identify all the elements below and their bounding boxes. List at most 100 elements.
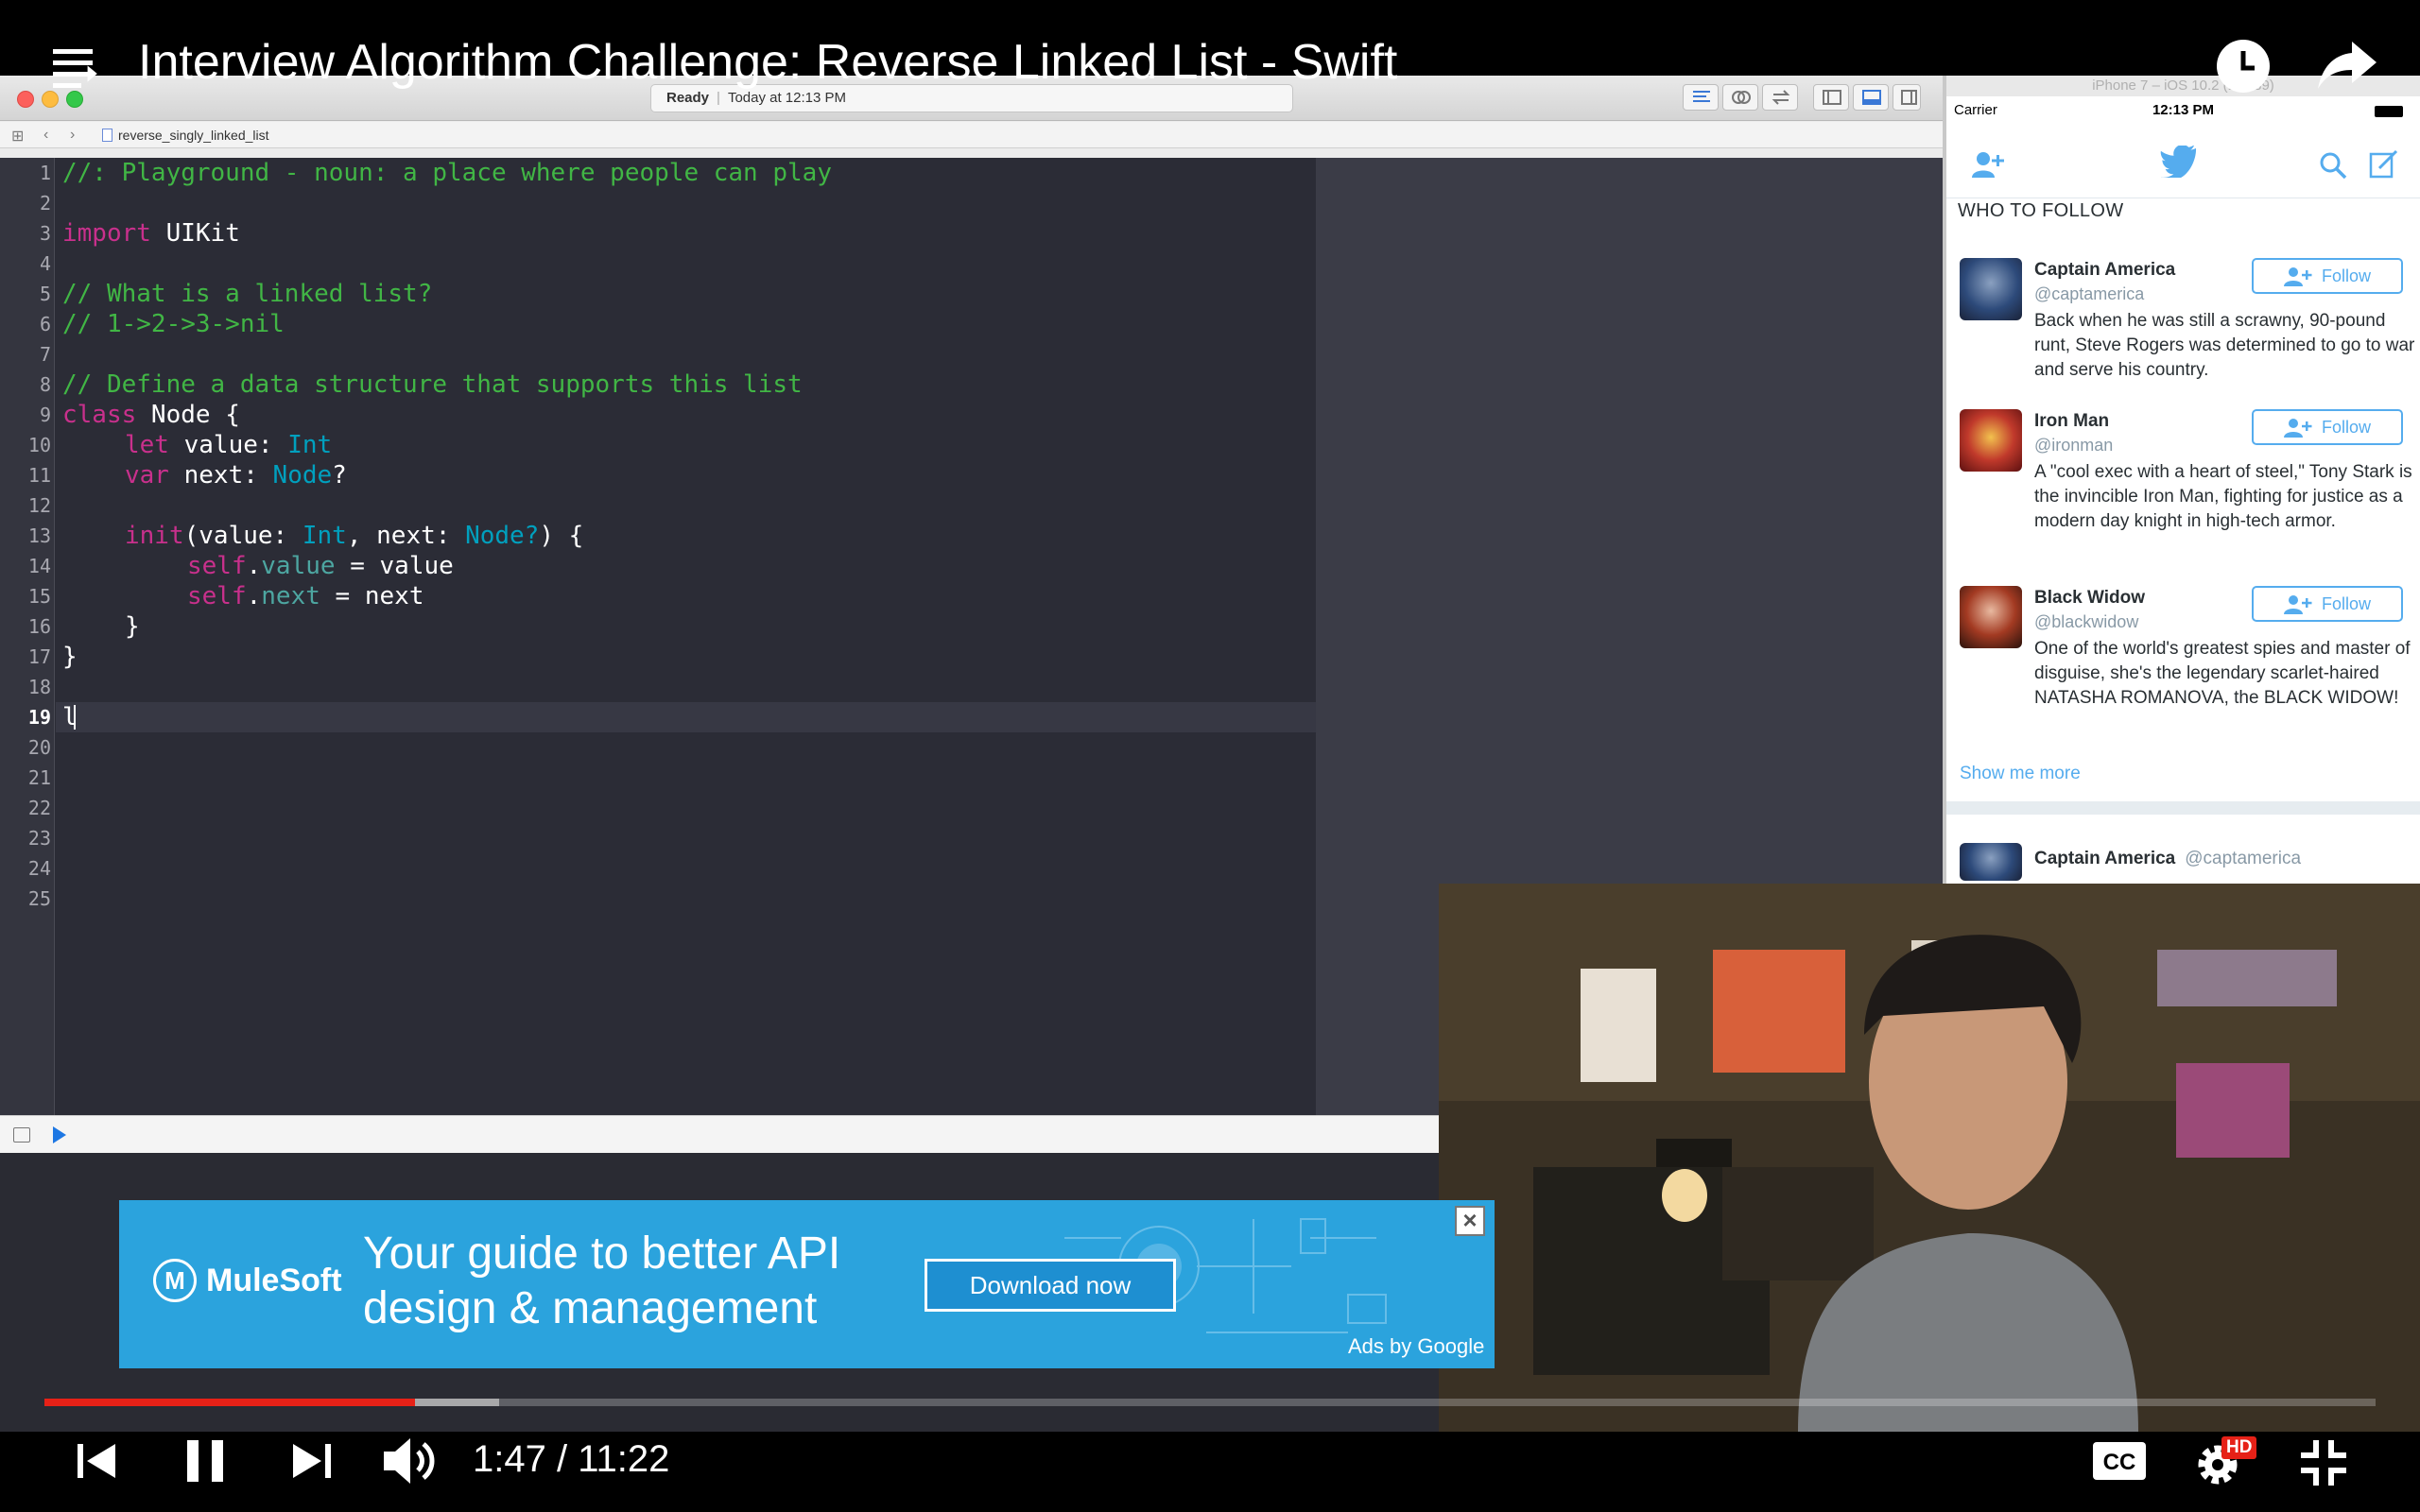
seek-bar[interactable] bbox=[44, 1399, 2376, 1406]
ios-simulator: iPhone 7 – iOS 10.2 (14C89) Carrier 12:1… bbox=[1943, 76, 2420, 884]
user-handle: @captamerica bbox=[2034, 284, 2145, 303]
line-number: 11 bbox=[27, 464, 51, 487]
video-title[interactable]: Interview Algorithm Challenge: Reverse L… bbox=[138, 34, 1397, 91]
ad-attribution[interactable]: Ads by Google bbox=[1348, 1334, 1484, 1359]
playlist-menu-icon[interactable] bbox=[53, 47, 110, 89]
user-name[interactable]: Captain America bbox=[2034, 260, 2175, 281]
tweet-author: Captain America @captamerica bbox=[2034, 849, 2302, 868]
code-line-9: class Node { bbox=[62, 401, 240, 429]
line-number: 15 bbox=[27, 585, 51, 608]
ad-close-button[interactable]: × bbox=[1455, 1206, 1485, 1236]
hide-debug-area-icon[interactable] bbox=[13, 1127, 30, 1143]
line-number: 22 bbox=[27, 797, 51, 819]
version-editor-icon bbox=[1762, 84, 1798, 111]
volume-icon[interactable] bbox=[382, 1435, 442, 1487]
user-name[interactable]: Iron Man bbox=[2034, 411, 2109, 432]
window-maximize-button bbox=[66, 91, 83, 108]
line-number: 9 bbox=[39, 404, 51, 426]
video-frame[interactable]: Ready | Today at 12:13 PM ⊞ ‹ › reverse_… bbox=[0, 0, 2420, 1512]
code-line-13: init(value: Int, next: Node?) { bbox=[125, 522, 584, 550]
tweet[interactable]: Captain America @captamerica bbox=[1946, 832, 2420, 884]
previous-video-icon[interactable] bbox=[76, 1440, 117, 1482]
user-handle: @blackwidow bbox=[2034, 612, 2139, 631]
add-user-icon bbox=[2283, 419, 2312, 438]
avatar[interactable] bbox=[1960, 586, 2022, 648]
line-number: 8 bbox=[39, 373, 51, 396]
line-number: 21 bbox=[27, 766, 51, 789]
current-line-highlight bbox=[56, 702, 1316, 732]
hd-badge: HD bbox=[2221, 1436, 2257, 1459]
line-number: 19 bbox=[27, 706, 51, 729]
line-number: 4 bbox=[39, 252, 51, 275]
exit-fullscreen-icon[interactable] bbox=[2299, 1438, 2348, 1487]
code-line-6: // 1->2->3->nil bbox=[62, 310, 285, 338]
user-name[interactable]: Black Widow bbox=[2034, 588, 2145, 609]
status-time: Today at 12:13 PM bbox=[727, 90, 847, 106]
status-time: 12:13 PM bbox=[2152, 102, 2215, 118]
jump-bar: ⊞ ‹ › reverse_singly_linked_list bbox=[0, 122, 1943, 148]
line-number: 13 bbox=[27, 524, 51, 547]
code-line-1: //: Playground - noun: a place where peo… bbox=[62, 159, 832, 187]
status-ready: Ready bbox=[666, 90, 710, 106]
code-line-14: self.value = value bbox=[187, 552, 454, 580]
debug-bar bbox=[0, 1115, 1442, 1153]
jump-bar-file: reverse_singly_linked_list bbox=[102, 128, 269, 143]
presenter-video-frame bbox=[1439, 884, 2420, 1432]
share-icon[interactable] bbox=[2318, 38, 2378, 91]
code-line-16: } bbox=[125, 612, 140, 641]
line-number: 16 bbox=[27, 615, 51, 638]
line-number: 25 bbox=[27, 887, 51, 910]
code-line-8: // Define a data structure that supports… bbox=[62, 370, 803, 399]
user-bio: Back when he was still a scrawny, 90-pou… bbox=[2034, 311, 2415, 380]
code-line-10: let value: Int bbox=[125, 431, 333, 459]
twitter-bird-icon bbox=[2160, 146, 2197, 178]
standard-editor-icon bbox=[1683, 84, 1719, 111]
status-separator: | bbox=[717, 90, 720, 106]
add-user-icon[interactable] bbox=[1971, 149, 2005, 180]
user-bio: One of the world's greatest spies and ma… bbox=[2034, 639, 2411, 708]
debug-area-toggle-icon bbox=[1853, 84, 1889, 111]
file-name: reverse_singly_linked_list bbox=[118, 128, 269, 143]
player-controls bbox=[0, 1432, 2420, 1512]
ad-download-button[interactable]: Download now bbox=[925, 1259, 1176, 1312]
who-to-follow-header: WHO TO FOLLOW bbox=[1958, 200, 2124, 221]
line-number: 5 bbox=[39, 283, 51, 305]
next-video-icon[interactable] bbox=[291, 1440, 333, 1482]
playground-file-icon bbox=[102, 129, 112, 142]
compose-tweet-icon[interactable] bbox=[2368, 149, 2398, 180]
line-number: 3 bbox=[39, 222, 51, 245]
line-number: 24 bbox=[27, 857, 51, 880]
avatar[interactable] bbox=[1960, 409, 2022, 472]
pause-icon[interactable] bbox=[185, 1438, 227, 1484]
battery-icon bbox=[2375, 106, 2403, 117]
captions-icon[interactable]: CC bbox=[2093, 1442, 2146, 1480]
twitter-nav-bar bbox=[1946, 132, 2420, 198]
line-number: 12 bbox=[27, 494, 51, 517]
presenter-webcam bbox=[1439, 884, 2420, 1432]
follow-button[interactable]: Follow bbox=[2252, 409, 2403, 445]
text-cursor bbox=[74, 705, 76, 730]
seek-bar-played bbox=[44, 1399, 416, 1406]
line-number-gutter: 1 2 3 4 5 6 7 8 9 10 11 12 13 14 15 16 17 18 19 20 21 22 23 24 2… bbox=[0, 158, 55, 1115]
run-playground-icon[interactable] bbox=[53, 1126, 66, 1143]
window-minimize-button bbox=[42, 91, 59, 108]
window-close-button bbox=[17, 91, 34, 108]
code-line-11: var next: Node? bbox=[125, 461, 347, 490]
follow-button[interactable]: Follow bbox=[2252, 258, 2403, 294]
search-icon[interactable] bbox=[2319, 151, 2347, 180]
avatar[interactable] bbox=[1960, 258, 2022, 320]
utilities-toggle-icon bbox=[1893, 84, 1921, 111]
line-number: 1 bbox=[39, 162, 51, 184]
mulesoft-m-icon: M bbox=[153, 1259, 197, 1302]
clock-icon[interactable] bbox=[2215, 38, 2272, 94]
avatar[interactable] bbox=[1960, 843, 2022, 881]
line-number: 14 bbox=[27, 555, 51, 577]
assistant-editor-icon bbox=[1722, 84, 1758, 111]
code-line-3: import UIKit bbox=[62, 219, 240, 248]
follow-button[interactable]: Follow bbox=[2252, 586, 2403, 622]
show-more-link[interactable]: Show me more bbox=[1960, 764, 2081, 784]
ad-banner[interactable]: M MuleSoft Your guide to better API desi… bbox=[119, 1200, 1495, 1368]
line-number: 23 bbox=[27, 827, 51, 850]
line-number: 18 bbox=[27, 676, 51, 698]
forward-arrow-icon: › bbox=[70, 127, 76, 143]
